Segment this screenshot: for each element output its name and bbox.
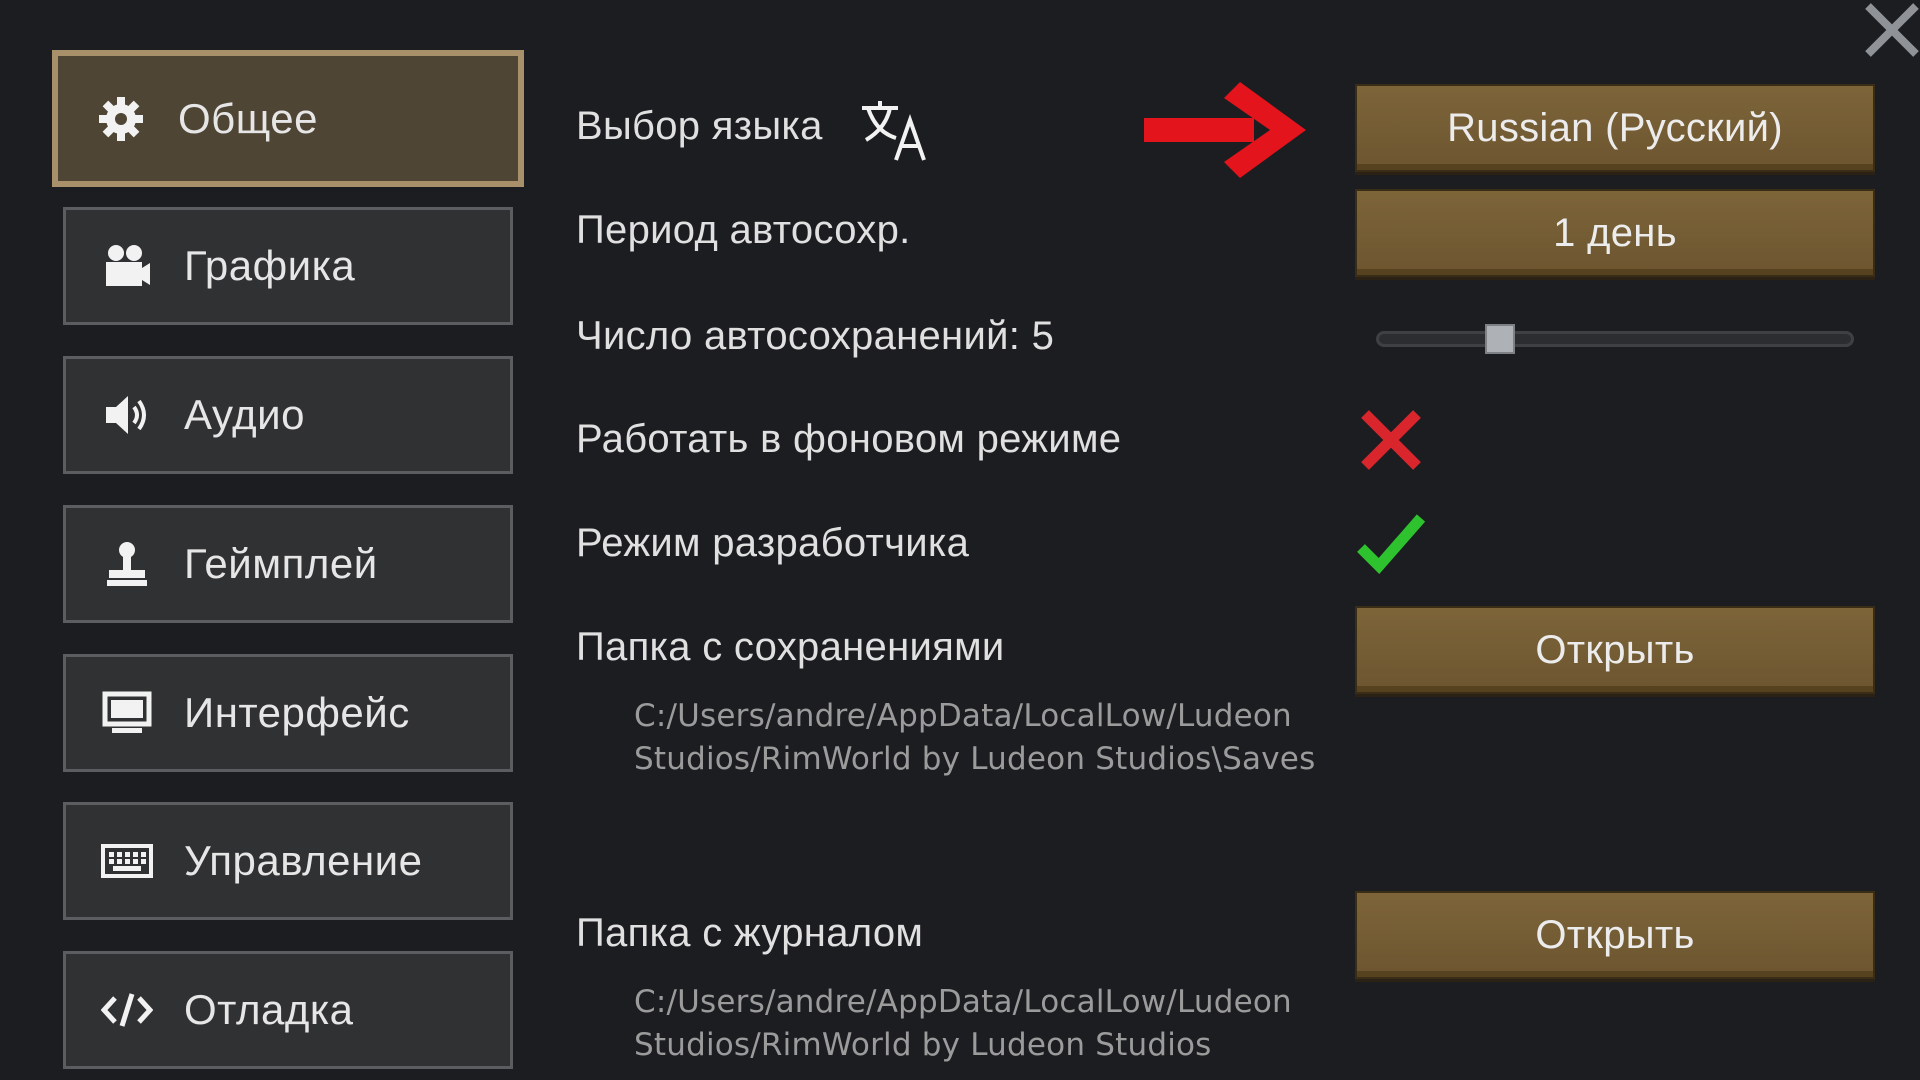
run-in-background-label: Работать в фоновом режиме xyxy=(576,417,1122,461)
log-folder-path-line1: C:/Users/andre/AppData/LocalLow/Ludeon xyxy=(634,984,1292,1020)
checkmark-icon[interactable] xyxy=(1355,508,1427,580)
open-saves-folder-button[interactable]: Открыть xyxy=(1355,606,1875,694)
language-button[interactable]: Russian (Русский) xyxy=(1355,84,1875,172)
red-arrow-annotation xyxy=(1140,80,1310,180)
close-icon xyxy=(1865,3,1919,57)
gear-icon xyxy=(92,90,150,148)
tab-general-label: Общее xyxy=(178,94,319,142)
keyboard-icon xyxy=(98,832,156,890)
log-folder-label: Папка с журналом xyxy=(576,911,924,955)
log-folder-path-line2: Studios/RimWorld by Ludeon Studios xyxy=(634,1027,1212,1063)
tab-gameplay-label: Геймплей xyxy=(184,540,378,587)
tab-interface-label: Интерфейс xyxy=(184,689,410,736)
code-icon xyxy=(98,981,156,1039)
saves-folder-path-line2: Studios/RimWorld by Ludeon Studios\Saves xyxy=(634,741,1316,777)
tab-controls[interactable]: Управление xyxy=(63,802,513,920)
tab-general[interactable]: Общее xyxy=(52,50,524,187)
dev-mode-label: Режим разработчика xyxy=(576,521,970,565)
monitor-icon xyxy=(98,684,156,742)
tab-debug[interactable]: Отладка xyxy=(63,951,513,1069)
autosave-count-slider[interactable] xyxy=(1376,331,1854,347)
tab-interface[interactable]: Интерфейс xyxy=(63,654,513,772)
tab-gameplay[interactable]: Геймплей xyxy=(63,505,513,623)
open-log-folder-button[interactable]: Открыть xyxy=(1355,891,1875,979)
translate-icon xyxy=(860,98,932,162)
saves-folder-label: Папка с сохранениями xyxy=(576,625,1005,669)
tab-graphics[interactable]: Графика xyxy=(63,207,513,325)
tab-debug-label: Отладка xyxy=(184,986,354,1033)
camera-icon xyxy=(98,237,156,295)
speaker-icon xyxy=(98,386,156,444)
tab-audio[interactable]: Аудио xyxy=(63,356,513,474)
tab-graphics-label: Графика xyxy=(184,242,356,289)
saves-folder-path-line1: C:/Users/andre/AppData/LocalLow/Ludeon xyxy=(634,698,1292,734)
cross-icon[interactable] xyxy=(1355,404,1427,476)
close-button[interactable] xyxy=(1862,0,1920,58)
tab-controls-label: Управление xyxy=(184,837,423,884)
autosave-period-label: Период автосохр. xyxy=(576,208,911,252)
tab-audio-label: Аудио xyxy=(184,391,305,438)
autosave-count-slider-handle[interactable] xyxy=(1485,324,1516,354)
gameplay-stamp-icon xyxy=(98,535,156,593)
autosave-period-button[interactable]: 1 день xyxy=(1355,189,1875,277)
autosave-count-label: Число автосохранений: 5 xyxy=(576,314,1055,358)
language-label: Выбор языка xyxy=(576,104,823,148)
